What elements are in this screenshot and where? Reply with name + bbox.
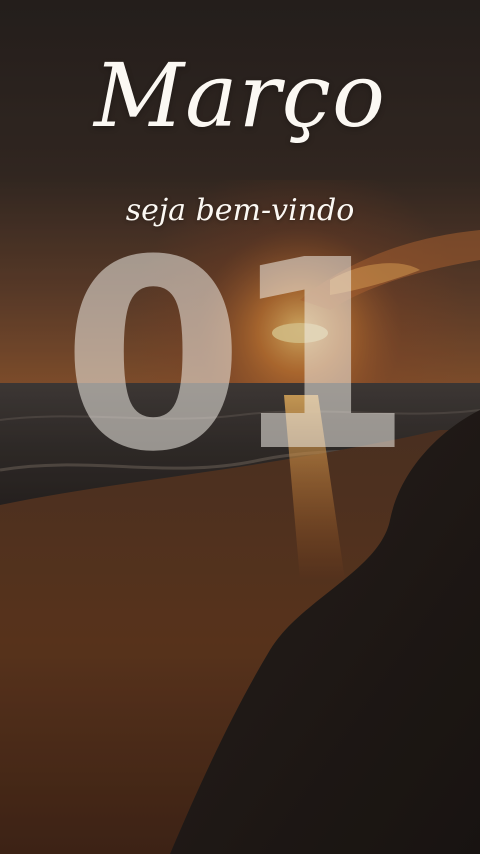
story-canvas: Março seja bem-vindo 01 [0,0,480,854]
month-title: Março [94,44,386,147]
day-number: 01 [62,204,413,509]
